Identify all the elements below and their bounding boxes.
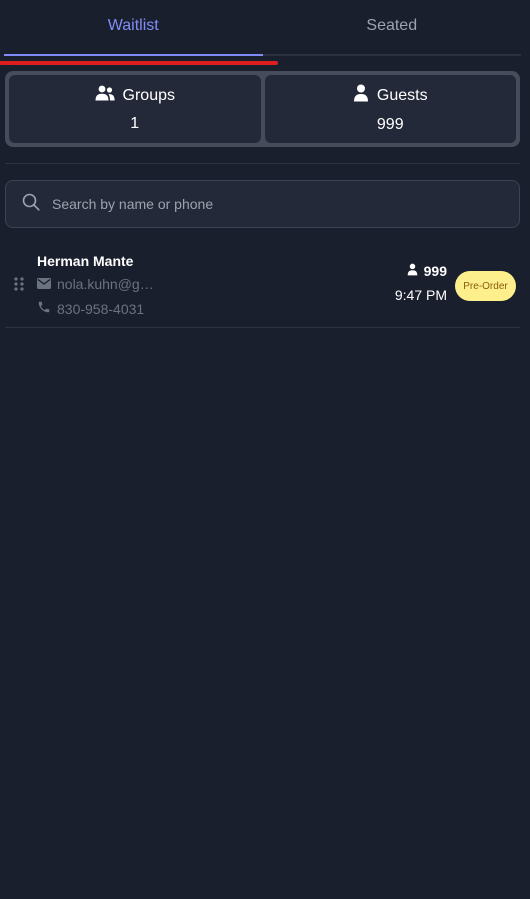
guest-name: Herman Mante: [37, 253, 134, 269]
groups-stat-header: Groups: [95, 85, 175, 106]
search-bar[interactable]: [5, 180, 520, 228]
users-icon: [95, 85, 115, 106]
user-icon: [407, 263, 418, 279]
groups-stat-card: Groups 1: [9, 75, 261, 143]
guests-count: 999: [376, 116, 404, 133]
guests-stat-header: Guests: [353, 84, 428, 107]
pre-order-badge[interactable]: Pre-Order: [455, 271, 516, 301]
guest-email-text: nola.kuhn@g…: [57, 276, 154, 292]
envelope-icon: [37, 276, 51, 292]
party-size-value: 999: [423, 263, 447, 279]
guest-email: nola.kuhn@g…: [37, 276, 154, 292]
stats-panel: Groups 1 Guests 999: [5, 71, 520, 147]
groups-label: Groups: [122, 86, 175, 104]
guest-phone-text: 830-958-4031: [57, 300, 145, 317]
tab-bar: Waitlist Seated: [0, 0, 522, 65]
guests-stat-card: Guests 999: [264, 75, 516, 143]
drag-handle-icon[interactable]: [13, 276, 25, 292]
search-input[interactable]: [50, 195, 519, 213]
tab-waitlist[interactable]: Waitlist: [0, 0, 278, 65]
search-icon: [22, 193, 40, 216]
tab-seated[interactable]: Seated: [263, 0, 522, 54]
guest-phone: 830-958-4031: [37, 300, 144, 317]
groups-count: 1: [130, 115, 140, 132]
tab-seated-label: Seated: [366, 16, 418, 34]
party-size: 999: [407, 263, 447, 279]
arrival-time: 9:47 PM: [394, 287, 447, 303]
list-item[interactable]: Herman Mante nola.kuhn@g… 830-958-4031 9…: [5, 243, 520, 328]
user-icon: [353, 84, 369, 107]
phone-icon: [37, 300, 51, 317]
tab-waitlist-label: Waitlist: [107, 16, 159, 34]
section-divider: [5, 163, 520, 164]
annotation-underline: [0, 61, 278, 65]
guests-label: Guests: [376, 86, 428, 104]
